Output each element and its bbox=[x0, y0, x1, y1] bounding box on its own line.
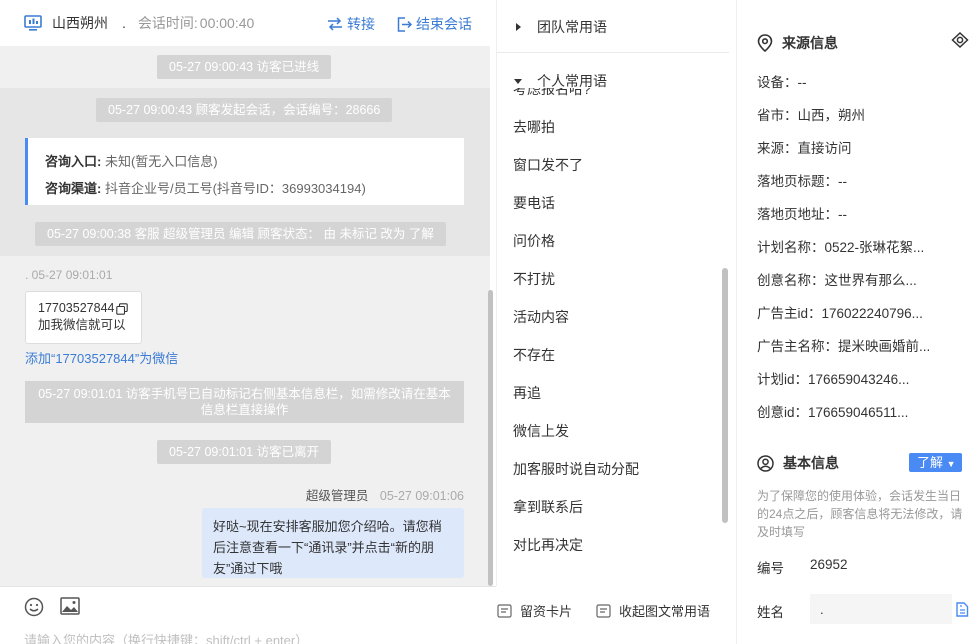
consult-entry-value: 未知(暂无入口信息) bbox=[104, 154, 218, 169]
consult-channel-label: 咨询渠道: bbox=[45, 181, 102, 196]
lead-card-button[interactable]: 留资卡片 bbox=[497, 601, 572, 620]
copy-icon[interactable] bbox=[116, 303, 128, 315]
chat-header: 山西朔州 . 会话时间: 00:00:40 转接 结束会话 bbox=[0, 0, 496, 46]
visitor-name: . bbox=[122, 15, 126, 31]
source-creative-name: 创意名称：这世界有那么... bbox=[757, 273, 917, 288]
emoji-icon[interactable] bbox=[24, 597, 44, 617]
source-info-title: 来源信息 bbox=[782, 35, 838, 51]
caret-down-icon bbox=[514, 79, 522, 84]
visitor-message-meta: . 05-27 09:01:01 bbox=[25, 268, 113, 282]
phrase-item[interactable]: 窗口发不了 bbox=[513, 155, 583, 175]
phrases-scrollbar[interactable] bbox=[722, 268, 728, 523]
agent-message-meta: 超级管理员 05-27 09:01:06 bbox=[306, 485, 464, 504]
customer-info-panel: 来源信息 设备：-- 省市：山西，朔州 来源：直接访问 落地页标题：-- 落地页… bbox=[736, 0, 971, 644]
source-advertiser-name: 广告主名称：提米映画婚前... bbox=[757, 339, 931, 354]
system-message-auto-tag: 05-27 09:01:01 访客手机号已自动标记右侧基本信息栏，如需修改请在基… bbox=[25, 381, 464, 423]
system-message-visitor-entered: 05-27 09:00:43 访客已进线 bbox=[157, 55, 332, 79]
transfer-label: 转接 bbox=[347, 16, 375, 32]
chevron-down-icon: ▼ bbox=[946, 459, 956, 469]
customer-status-value: 了解 bbox=[917, 455, 944, 470]
source-landing-url: 落地页地址：-- bbox=[757, 207, 847, 222]
chat-messages[interactable]: 05-27 09:00:43 访客已进线 05-27 09:00:43 顾客发起… bbox=[0, 46, 490, 586]
phrase-item[interactable]: 微信上发 bbox=[513, 421, 569, 441]
phrase-item[interactable]: 不打扰 bbox=[513, 269, 555, 289]
system-message-session-started: 05-27 09:00:43 顾客发起会话，会话编号：28666 bbox=[96, 98, 393, 122]
image-icon[interactable] bbox=[60, 597, 80, 615]
agent-message-bubble: 好哒~现在安排客服加您介绍哈。请您稍后注意查看一下“通讯录”并点击“新的朋友”通… bbox=[202, 508, 464, 578]
phrase-item[interactable]: 去哪拍 bbox=[513, 117, 555, 137]
phrase-item[interactable]: 再追 bbox=[513, 383, 541, 403]
basic-info-header: 基本信息 bbox=[757, 453, 839, 473]
source-creative-id: 创意id：176659046511... bbox=[757, 405, 909, 420]
consult-channel-value: 抖音企业号/员工号(抖音号ID：36993034194) bbox=[104, 181, 366, 196]
eye-icon[interactable] bbox=[951, 32, 969, 48]
source-plan-name: 计划名称：0522-张琳花絮... bbox=[757, 240, 925, 255]
location-pin-icon bbox=[757, 34, 773, 52]
collapse-icon bbox=[596, 603, 611, 618]
personal-phrase-list: 考虑报名哈? 去哪拍 窗口发不了 要电话 问价格 不打扰 活动内容 不存在 再追… bbox=[497, 88, 729, 568]
phrase-item[interactable]: 不存在 bbox=[513, 345, 555, 365]
system-message-status-change: 05-27 09:00:38 客服 超级管理员 编辑 顾客状态： 由 未标记 改… bbox=[35, 222, 446, 246]
phrase-item[interactable]: 对比再决定 bbox=[513, 535, 583, 555]
user-circle-icon bbox=[757, 454, 774, 472]
basic-info-title: 基本信息 bbox=[783, 455, 839, 471]
customer-status-dropdown[interactable]: 了解 ▼ bbox=[909, 453, 962, 472]
logout-icon bbox=[397, 16, 412, 32]
agent-name: 超级管理员 bbox=[305, 489, 369, 503]
source-province: 省市：山西，朔州 bbox=[757, 108, 865, 123]
phrase-item[interactable]: 拿到联系后 bbox=[513, 497, 583, 517]
card-icon bbox=[497, 603, 512, 618]
group-divider bbox=[497, 52, 729, 53]
system-message-visitor-left: 05-27 09:01:01 访客已离开 bbox=[157, 440, 332, 464]
phrase-item[interactable]: 加客服时说自动分配 bbox=[513, 459, 639, 479]
visitor-message-bubble: 17703527844 加我微信就可以 bbox=[25, 291, 142, 344]
lead-card-label: 留资卡片 bbox=[520, 604, 573, 619]
add-wechat-link[interactable]: 添加“17703527844”为微信 bbox=[25, 348, 178, 367]
transfer-icon bbox=[328, 17, 342, 31]
phrase-item-clipped[interactable]: 考虑报名哈? bbox=[513, 88, 591, 99]
message-input[interactable] bbox=[24, 633, 484, 644]
phrase-item[interactable]: 活动内容 bbox=[513, 307, 569, 327]
monitor-icon bbox=[24, 15, 42, 31]
collapse-phrases-button[interactable]: 收起图文常用语 bbox=[596, 601, 710, 620]
source-advertiser-id: 广告主id：176022240796... bbox=[757, 306, 923, 321]
caret-right-icon bbox=[516, 23, 521, 31]
consult-channel-row: 咨询渠道: 抖音企业号/员工号(抖音号ID：36993034194) bbox=[45, 175, 464, 202]
consult-info-card: 咨询入口: 未知(暂无入口信息) 咨询渠道: 抖音企业号/员工号(抖音号ID：3… bbox=[25, 138, 464, 205]
source-plan-id: 计划id：176659043246... bbox=[757, 372, 910, 387]
phrases-panel: 团队常用语 个人常用语 考虑报名哈? 去哪拍 窗口发不了 要电话 问价格 不打扰… bbox=[496, 0, 736, 586]
end-session-button[interactable]: 结束会话 bbox=[397, 14, 472, 34]
chat-panel: 山西朔州 . 会话时间: 00:00:40 转接 结束会话 05-27 09:0… bbox=[0, 0, 710, 644]
source-info-header: 来源信息 bbox=[757, 33, 838, 53]
team-phrases-group[interactable]: 团队常用语 bbox=[513, 17, 607, 37]
transfer-button[interactable]: 转接 bbox=[327, 14, 375, 34]
basic-info-notice: 为了保障您的使用体验，会话发生当日的24点之后，顾客信息将无法修改，请及时填写 bbox=[757, 489, 963, 539]
phrase-item[interactable]: 问价格 bbox=[513, 231, 555, 251]
consult-entry-row: 咨询入口: 未知(暂无入口信息) bbox=[45, 148, 464, 175]
document-icon[interactable] bbox=[955, 602, 969, 617]
collapse-phrases-label: 收起图文常用语 bbox=[619, 604, 711, 619]
agent-message-time: 05-27 09:01:06 bbox=[379, 489, 464, 503]
chat-scrollbar[interactable] bbox=[488, 290, 493, 586]
session-time-label: 会话时间: bbox=[137, 15, 198, 31]
chat-input-area: 留资卡片 收起图文常用语 bbox=[0, 586, 710, 644]
phrase-item[interactable]: 要电话 bbox=[513, 193, 555, 213]
end-session-label: 结束会话 bbox=[416, 16, 472, 32]
visitor-region: 山西朔州 bbox=[52, 15, 108, 31]
customer-id-label: 编号 bbox=[757, 561, 784, 576]
team-phrases-label: 团队常用语 bbox=[537, 19, 607, 35]
session-time-value: 00:00:40 bbox=[199, 15, 255, 31]
consult-entry-label: 咨询入口: bbox=[45, 154, 102, 169]
customer-name-label: 姓名 bbox=[757, 605, 784, 620]
source-device: 设备：-- bbox=[757, 75, 807, 90]
visitor-message-text: 加我微信就可以 bbox=[38, 318, 126, 332]
source-channel: 来源：直接访问 bbox=[757, 141, 852, 156]
customer-id-value: 26952 bbox=[810, 557, 848, 572]
customer-name-input[interactable] bbox=[810, 594, 952, 624]
source-landing-title: 落地页标题：-- bbox=[757, 174, 847, 189]
